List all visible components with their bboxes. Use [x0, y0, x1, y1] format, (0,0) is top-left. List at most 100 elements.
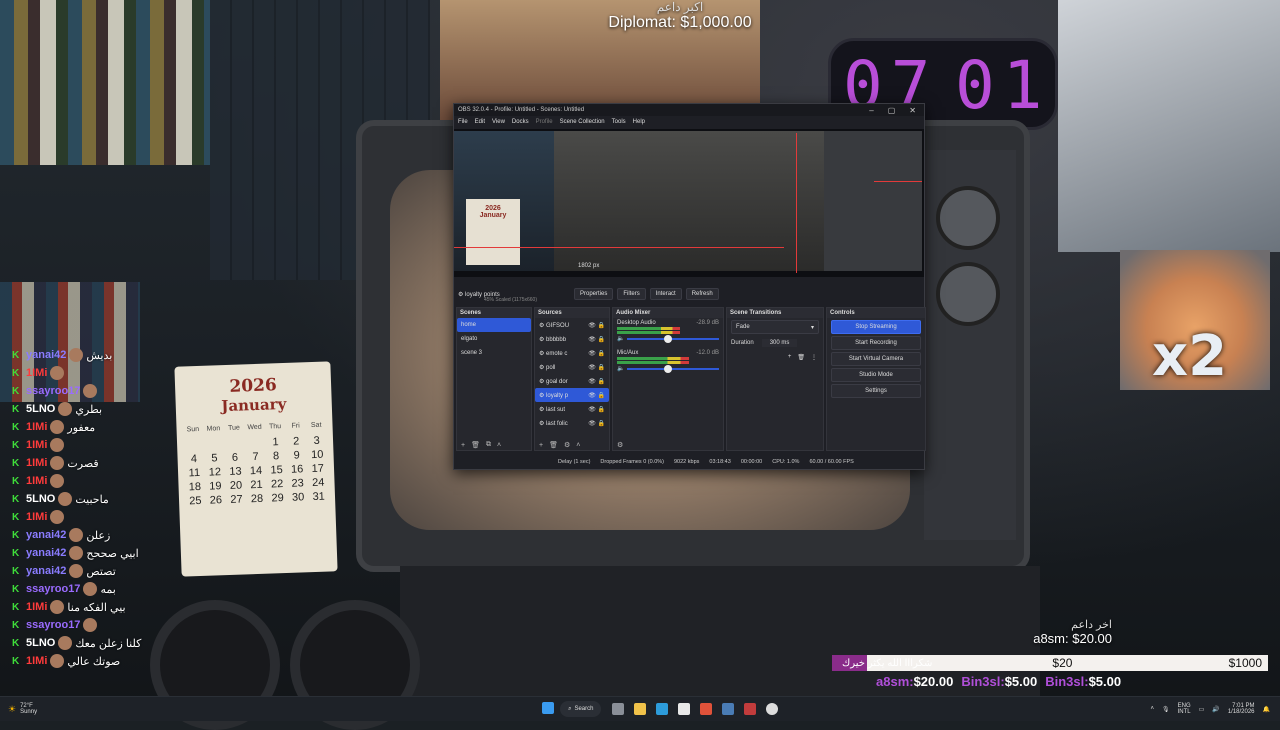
source-item[interactable]: ⚙ loyalty p 👁 🔒: [535, 388, 609, 402]
menu-item-help[interactable]: Help: [633, 119, 645, 125]
start-icon[interactable]: [542, 702, 555, 716]
avatar: [83, 618, 98, 632]
source-type-icon: ⚙: [539, 364, 547, 371]
file-explorer-icon[interactable]: [634, 703, 647, 715]
start-recording-button[interactable]: Start Recording: [831, 336, 921, 350]
menu-item-tools[interactable]: Tools: [612, 119, 626, 125]
eye-icon[interactable]: 👁: [588, 379, 597, 385]
minimize-icon[interactable]: –: [869, 106, 873, 115]
eye-icon[interactable]: 👁: [588, 407, 597, 413]
filters-button[interactable]: Filters: [617, 288, 646, 300]
lock-icon[interactable]: 🔒: [598, 351, 605, 357]
weather-widget[interactable]: ☀ 72°F Sunny: [0, 703, 37, 715]
chat-message: K 5LNO ماحبيت: [12, 490, 172, 508]
language-indicator[interactable]: ENG INTL: [1178, 703, 1191, 715]
lock-icon[interactable]: 🔒: [598, 407, 605, 413]
slider-handle[interactable]: [664, 364, 673, 373]
speaker-icon[interactable]: 🔈: [617, 335, 624, 342]
task-view-icon[interactable]: [612, 703, 625, 715]
steam-icon[interactable]: [722, 703, 735, 715]
lock-icon[interactable]: 🔒: [598, 365, 605, 371]
transition-actions: + 🗑 ⋮: [727, 350, 823, 364]
lock-icon[interactable]: 🔒: [598, 379, 605, 385]
scene-item[interactable]: home: [457, 318, 531, 332]
lock-icon[interactable]: 🔒: [598, 323, 605, 329]
scene-item[interactable]: elgato: [457, 332, 531, 346]
obs-titlebar[interactable]: OBS 32.0.4 - Profile: Untitled - Scenes:…: [454, 104, 924, 116]
menu-item-file[interactable]: File: [458, 119, 468, 125]
sources-dock: Sources ⚙ GIFSOU 👁 🔒 ⚙ bbbbbb 👁 🔒 ⚙ emote c 👁…: [534, 307, 610, 451]
chat-username: yanai42: [26, 349, 67, 361]
trash-icon[interactable]: 🗑: [471, 441, 480, 449]
sources-toolbar: + 🗑 ⚙ ˄: [535, 440, 609, 450]
menu-item-profile[interactable]: Profile: [536, 119, 553, 125]
brave-icon[interactable]: [700, 703, 713, 715]
calendar-weekday: Thu: [268, 423, 282, 431]
trash-icon[interactable]: 🗑: [797, 354, 805, 361]
eye-icon[interactable]: 👁: [588, 365, 597, 371]
maximize-icon[interactable]: ▢: [888, 106, 896, 115]
properties-button[interactable]: Properties: [574, 288, 614, 300]
up-icon[interactable]: ˄: [576, 442, 580, 449]
scene-item[interactable]: scene 3: [457, 346, 531, 360]
speaker-icon[interactable]: 🔈: [617, 365, 624, 372]
gear-icon[interactable]: ⚙: [617, 441, 623, 449]
eye-icon[interactable]: 👁: [588, 351, 597, 357]
source-item[interactable]: ⚙ last sut 👁 🔒: [535, 402, 609, 416]
volume-icon[interactable]: 🔊: [1212, 706, 1219, 713]
settings-button[interactable]: Settings: [831, 384, 921, 398]
refresh-button[interactable]: Refresh: [685, 288, 719, 300]
menu-item-view[interactable]: View: [492, 119, 505, 125]
source-item[interactable]: ⚙ last folic 👁 🔒: [535, 416, 609, 430]
lock-icon[interactable]: 🔒: [598, 337, 605, 343]
avatar: [83, 384, 98, 398]
store-icon[interactable]: [678, 703, 691, 715]
network-icon[interactable]: ▭: [1199, 706, 1205, 713]
studio-mode-button[interactable]: Studio Mode: [831, 368, 921, 382]
eye-icon[interactable]: 👁: [588, 323, 597, 329]
taskbar-search[interactable]: ⌕ Search: [560, 701, 602, 717]
menu-item-scene-collection[interactable]: Scene Collection: [560, 119, 605, 125]
chevron-up-icon[interactable]: ˄: [1151, 706, 1155, 712]
source-item[interactable]: ⚙ emote c 👁 🔒: [535, 346, 609, 360]
start-virtual-camera-button[interactable]: Start Virtual Camera: [831, 352, 921, 366]
volume-slider[interactable]: [627, 334, 719, 343]
eye-icon[interactable]: 👁: [588, 393, 597, 399]
chat-message: K 1IMi: [12, 364, 172, 382]
volume-slider[interactable]: [627, 364, 719, 373]
interact-button[interactable]: Interact: [649, 288, 682, 300]
add-icon[interactable]: +: [461, 442, 465, 449]
menu-item-docks[interactable]: Docks: [512, 119, 529, 125]
system-clock[interactable]: 7:01 PM 1/18/2026: [1228, 703, 1255, 715]
slider-handle[interactable]: [664, 334, 673, 343]
filter-icon[interactable]: ⧉: [486, 441, 491, 449]
duration-input[interactable]: 300 ms: [761, 339, 798, 347]
close-icon[interactable]: ✕: [909, 106, 916, 115]
mic-icon[interactable]: 🎙: [1162, 706, 1170, 713]
add-icon[interactable]: +: [539, 442, 543, 449]
obs-icon[interactable]: [766, 703, 779, 715]
eye-icon[interactable]: 👁: [588, 337, 597, 343]
edge-icon[interactable]: [656, 703, 669, 715]
lock-icon[interactable]: 🔒: [598, 393, 605, 399]
source-item[interactable]: ⚙ poll 👁 🔒: [535, 360, 609, 374]
source-item[interactable]: ⚙ goal dor 👁 🔒: [535, 374, 609, 388]
lock-icon[interactable]: 🔒: [598, 421, 605, 427]
eye-icon[interactable]: 👁: [588, 421, 597, 427]
trash-icon[interactable]: 🗑: [549, 441, 558, 449]
obs-preview[interactable]: 2026 January 1802 px 45% Scaled (1175x66…: [454, 129, 924, 303]
menu-item-edit[interactable]: Edit: [475, 119, 485, 125]
add-icon[interactable]: +: [788, 354, 792, 360]
chrome-icon[interactable]: [744, 703, 757, 715]
transition-select[interactable]: Fade ▾: [731, 320, 819, 334]
source-label: loyalty p: [546, 392, 569, 399]
more-icon[interactable]: ⋮: [811, 354, 817, 361]
source-item[interactable]: ⚙ GIFSOU 👁 🔒: [535, 318, 609, 332]
up-icon[interactable]: ˄: [497, 442, 501, 449]
badge-icon: K: [12, 439, 20, 451]
gear-icon[interactable]: ⚙: [564, 441, 570, 449]
obs-window[interactable]: OBS 32.0.4 - Profile: Untitled - Scenes:…: [453, 103, 926, 470]
stop-streaming-button[interactable]: Stop Streaming: [831, 320, 921, 334]
notification-icon[interactable]: 🔔: [1263, 706, 1270, 713]
source-item[interactable]: ⚙ bbbbbb 👁 🔒: [535, 332, 609, 346]
